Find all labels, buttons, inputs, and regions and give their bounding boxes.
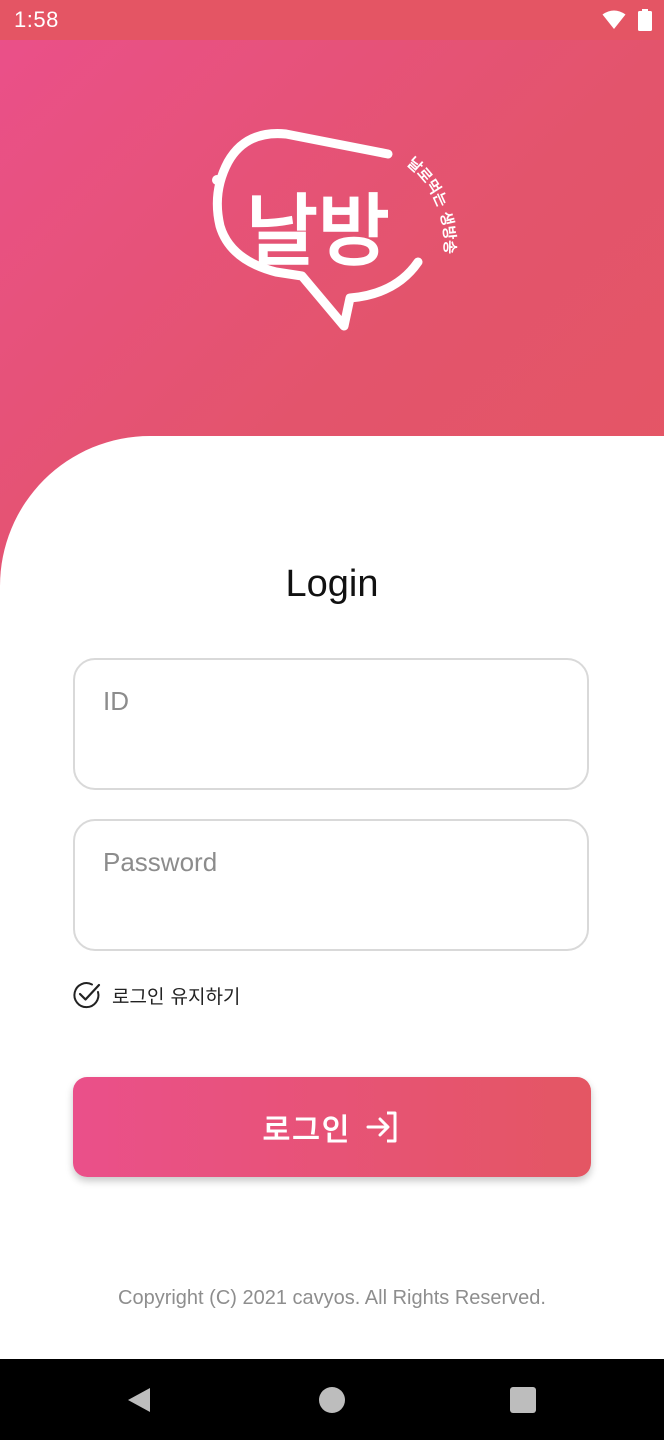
status-icons: [602, 9, 652, 31]
login-arrow-icon: [366, 1111, 397, 1143]
battery-icon: [638, 9, 652, 31]
svg-text:날로먹는 생방송: 날로먹는 생방송: [403, 154, 458, 255]
remember-login-label: 로그인 유지하기: [112, 985, 241, 1008]
navigation-bar: [0, 1359, 664, 1440]
id-field[interactable]: [73, 658, 589, 790]
check-circle-icon[interactable]: [72, 980, 102, 1010]
remember-login-checkbox[interactable]: 로그인 유지하기: [72, 980, 240, 1010]
copyright-text: Copyright (C) 2021 cavyos. All Rights Re…: [118, 1287, 546, 1309]
logo-tagline: 날로먹는 생방송: [403, 154, 458, 255]
status-time: 1:58: [14, 7, 59, 32]
password-input[interactable]: [103, 847, 563, 878]
id-input[interactable]: [103, 686, 563, 717]
app-logo: 날방 날로먹는 생방송: [212, 129, 459, 331]
status-bar: 1:58: [0, 0, 664, 40]
logo-wordmark: 날방: [246, 187, 390, 277]
wifi-icon: [602, 10, 626, 29]
login-title: Login: [285, 563, 379, 605]
password-field[interactable]: [73, 819, 589, 951]
recents-icon[interactable]: [508, 1385, 538, 1415]
login-button-label: 로그인: [262, 1113, 352, 1148]
login-button[interactable]: 로그인: [73, 1077, 591, 1177]
back-icon[interactable]: [124, 1385, 154, 1415]
home-icon[interactable]: [317, 1385, 347, 1415]
